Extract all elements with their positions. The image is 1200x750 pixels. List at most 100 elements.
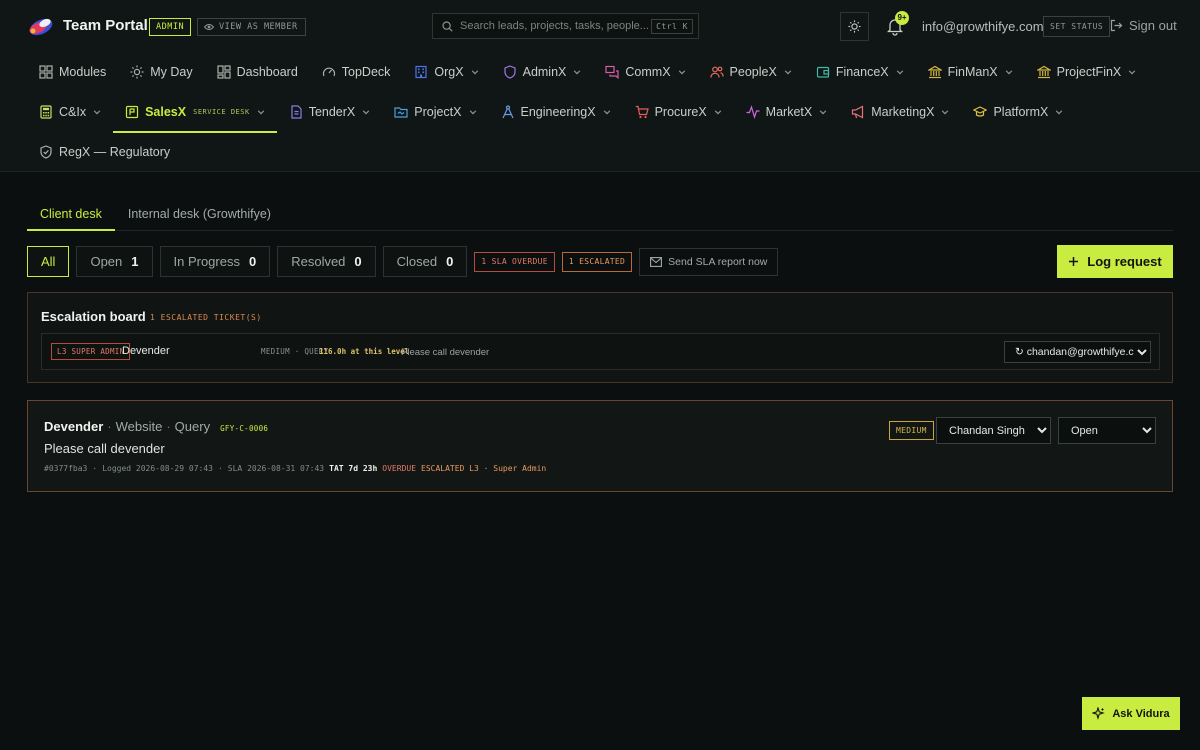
graduation-icon	[973, 106, 988, 117]
nav-item-label: OrgX	[434, 65, 464, 79]
chat-icon	[605, 65, 619, 79]
search-box[interactable]: Ctrl K	[432, 13, 699, 39]
chevron-down-icon	[1005, 70, 1012, 75]
nav-item-procurex[interactable]: ProcureX	[623, 92, 734, 132]
user-email[interactable]: info@growthifye.com	[922, 19, 1044, 34]
nav-item-commx[interactable]: CommX	[593, 52, 697, 92]
nav-item-label: ProcureX	[654, 105, 707, 119]
chevron-down-icon	[942, 110, 949, 115]
nav-item-peoplex[interactable]: PeopleX	[698, 52, 804, 92]
brand-title[interactable]: Team Portal	[63, 17, 148, 34]
nav-item-projectx[interactable]: ProjectX	[382, 92, 488, 132]
nav-item-label: FinanceX	[835, 65, 889, 79]
nav-item-label: Modules	[59, 65, 107, 79]
sla-overdue-badge[interactable]: 1 SLA OVERDUE	[474, 251, 555, 272]
file-icon	[291, 105, 302, 119]
nav-item-label: PeopleX	[729, 65, 777, 79]
nav-item-tenderx[interactable]: TenderX	[277, 92, 383, 132]
ticket-card[interactable]: Devender · Website · Query GFY-C-0006 Pl…	[27, 400, 1173, 492]
escalated-ticket-count: 1 ESCALATED TICKET(S)	[150, 313, 262, 322]
tab-internal-desk[interactable]: Internal desk (Growthifye)	[115, 198, 284, 231]
bank-icon	[927, 65, 942, 79]
set-status-button[interactable]: SET STATUS	[1043, 16, 1111, 37]
separator: ·	[166, 419, 171, 434]
status-select[interactable]: Open	[1058, 417, 1156, 444]
admin-badge: ADMIN	[149, 18, 192, 36]
nav-item-salesx[interactable]: SalesX SERVICE DESK	[113, 92, 277, 133]
cart-icon	[635, 105, 649, 119]
separator: ·	[217, 464, 223, 473]
nav-item-orgx[interactable]: OrgX	[402, 52, 490, 92]
logo-icon[interactable]	[26, 15, 56, 37]
search-shortcut: Ctrl K	[651, 18, 693, 34]
nav-item-my-day[interactable]: My Day	[118, 52, 204, 92]
theme-toggle-button[interactable]	[840, 12, 869, 41]
nav-item-label: EngineeringX	[520, 105, 596, 119]
filter-resolved-button[interactable]: Resolved 0	[277, 246, 376, 277]
dashboard-icon	[217, 65, 231, 79]
nav-item-financex[interactable]: FinanceX	[804, 52, 916, 92]
assignee-select[interactable]: Chandan Singh	[936, 417, 1051, 444]
filter-label: Resolved	[291, 254, 346, 269]
send-sla-report-button[interactable]: Send SLA report now	[639, 247, 779, 276]
nav-item-label: TenderX	[308, 105, 356, 119]
escalated-badge[interactable]: 1 ESCALATED	[561, 251, 633, 272]
chevron-down-icon	[1056, 110, 1063, 115]
main-nav-row-3: RegX — Regulatory	[27, 132, 182, 172]
filter-in-progress-button[interactable]: In Progress 0	[159, 246, 271, 277]
nav-item-label: My Day	[150, 65, 193, 79]
ticket-header: Devender · Website · Query GFY-C-0006	[44, 419, 268, 434]
main-nav-row-1: Modules My Day Dashboard TopDeck OrgX AdminX C…	[27, 52, 1148, 92]
send-sla-label: Send SLA report now	[668, 255, 768, 268]
chevron-down-icon	[471, 70, 478, 75]
nav-item-regx-regulatory[interactable]: RegX — Regulatory	[27, 132, 182, 172]
escalation-level-badge: L3 SUPER ADMIN	[51, 343, 131, 360]
ticket-info: #0377fba3 · Logged 2026-08-29 07:43 · SL…	[44, 464, 546, 473]
nav-item-adminx[interactable]: AdminX	[491, 52, 594, 92]
nav-item-engineeringx[interactable]: EngineeringX	[489, 92, 623, 132]
priority-badge: MEDIUM	[889, 421, 934, 440]
sun-icon	[130, 65, 144, 79]
ticket-escalation: ESCALATED L3 · Super Admin	[421, 464, 547, 473]
calculator-icon	[40, 105, 52, 119]
escalation-row[interactable]: L3 SUPER ADMIN Devender MEDIUM · QUERY 1…	[41, 333, 1160, 370]
sign-out-label: Sign out	[1129, 18, 1177, 33]
nav-item-marketx[interactable]: MarketX	[734, 92, 840, 132]
nav-item-projectfinx[interactable]: ProjectFinX	[1025, 52, 1149, 92]
tab-client-desk[interactable]: Client desk	[27, 198, 115, 231]
ticket-type: Query	[174, 419, 211, 434]
search-icon	[442, 20, 453, 32]
activity-icon	[746, 105, 760, 119]
filter-label: Open	[90, 254, 123, 269]
filter-open-button[interactable]: Open 1	[76, 246, 153, 277]
plus-icon	[1069, 257, 1079, 266]
search-input[interactable]	[460, 20, 652, 32]
log-request-button[interactable]: Log request	[1057, 245, 1173, 278]
ticket-hash: #0377fba3	[44, 464, 88, 473]
nav-item-c-ix[interactable]: C&Ix	[27, 92, 113, 132]
nav-item-topdeck[interactable]: TopDeck	[310, 52, 403, 92]
ask-vidura-label: Ask Vidura	[1112, 707, 1170, 720]
nav-item-label: CommX	[625, 65, 671, 79]
filter-label: Closed	[396, 254, 438, 269]
nav-item-label: AdminX	[522, 65, 567, 79]
nav-item-platformx[interactable]: PlatformX	[961, 92, 1075, 132]
sign-out-button[interactable]: Sign out	[1110, 18, 1177, 33]
people-icon	[709, 66, 724, 78]
filter-count: 0	[446, 254, 454, 269]
chevron-down-icon	[784, 70, 792, 75]
nav-item-marketingx[interactable]: MarketingX	[839, 92, 961, 132]
filter-all-button[interactable]: All	[27, 246, 70, 277]
filter-closed-button[interactable]: Closed 0	[382, 246, 468, 277]
sales-icon	[125, 105, 139, 119]
view-as-member-button[interactable]: VIEW AS MEMBER	[197, 18, 306, 36]
ask-vidura-button[interactable]: Ask Vidura	[1082, 697, 1180, 730]
desk-tabs: Client desk Internal desk (Growthifye)	[27, 198, 284, 231]
nav-item-dashboard[interactable]: Dashboard	[205, 52, 310, 92]
shield-icon	[504, 65, 516, 79]
shield-check-icon	[40, 145, 52, 159]
nav-item-finmanx[interactable]: FinManX	[916, 52, 1025, 92]
escalation-assignee-select[interactable]: ↻ chandan@growthifye.com	[1004, 341, 1151, 363]
nav-item-modules[interactable]: Modules	[27, 52, 118, 92]
escalation-note: Please call devender	[401, 347, 490, 358]
